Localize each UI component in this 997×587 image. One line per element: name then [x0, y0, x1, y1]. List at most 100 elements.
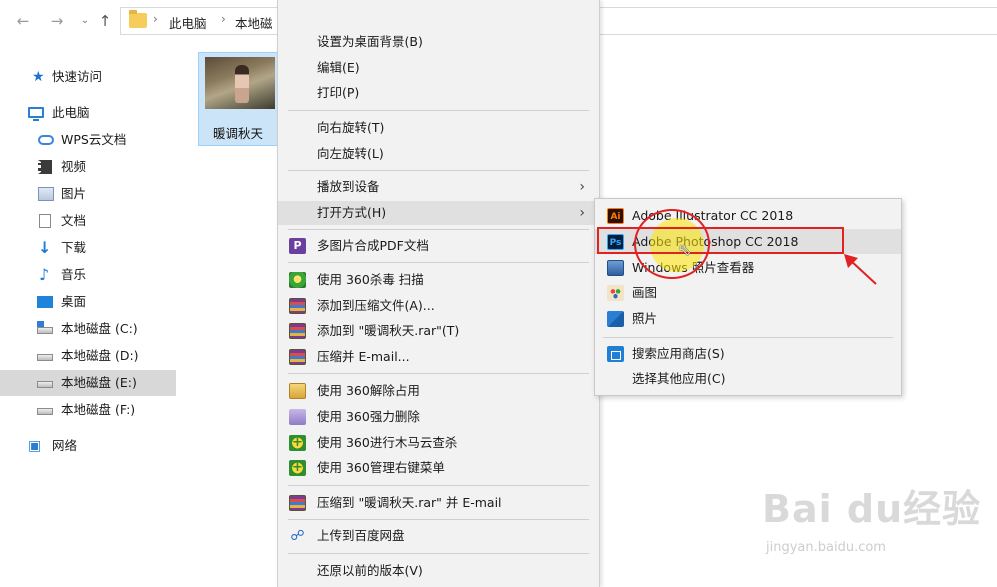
sidebar-item-network[interactable]: ▣ 网络	[0, 433, 176, 459]
winrar-icon	[289, 495, 306, 511]
menu-item-label: 使用 360解除占用	[317, 383, 420, 398]
menu-item-label: 编辑(E)	[317, 60, 360, 75]
menu-item-label: 播放到设备	[317, 179, 380, 194]
sidebar-item-wps-cloud[interactable]: WPS云文档	[0, 127, 176, 153]
sidebar-item-label: 此电脑	[52, 105, 90, 120]
music-icon: ♪	[39, 265, 50, 284]
store-icon	[607, 346, 624, 362]
menu-item-baidu-upload[interactable]: ☍ 上传到百度网盘	[278, 524, 599, 548]
sidebar-item-music[interactable]: ♪ 音乐	[0, 262, 176, 288]
folder-icon	[129, 10, 147, 28]
download-icon: ↓	[38, 238, 52, 257]
sidebar-item-drive-d[interactable]: 本地磁盘 (D:)	[0, 343, 176, 369]
sidebar-item-videos[interactable]: 视频	[0, 154, 176, 180]
menu-item-label: 上传到百度网盘	[317, 528, 405, 543]
menu-item-rotate-right[interactable]: 向右旋转(T)	[278, 116, 599, 140]
sidebar-item-label: 图片	[61, 186, 87, 201]
illustrator-icon: Ai	[607, 208, 624, 224]
breadcrumb-this-pc[interactable]: 此电脑	[169, 13, 207, 32]
menu-item-360-manage-menu[interactable]: + 使用 360管理右键菜单	[278, 456, 599, 480]
sidebar-item-label: 本地磁盘 (E:)	[61, 375, 137, 390]
menu-item-compress-email[interactable]: 压缩并 E-mail...	[278, 345, 599, 369]
menu-item-label: 使用 360强力删除	[317, 409, 420, 424]
menu-item-label: 向左旋转(L)	[317, 146, 384, 161]
menu-item-360-unlock[interactable]: 使用 360解除占用	[278, 379, 599, 403]
sidebar-item-label: 网络	[52, 438, 78, 453]
submenu-item-label: 选择其他应用(C)	[632, 371, 726, 386]
menu-item-label: 设置为桌面背景(B)	[317, 34, 423, 49]
sidebar-item-documents[interactable]: 文档	[0, 208, 176, 234]
sidebar-item-drive-e[interactable]: 本地磁盘 (E:)	[0, 370, 176, 396]
annotation-arrow-icon	[844, 254, 877, 285]
menu-item-360-scan[interactable]: 使用 360杀毒 扫描	[278, 268, 599, 292]
menu-item-360-force-delete[interactable]: 使用 360强力删除	[278, 405, 599, 429]
breadcrumb-separator[interactable]: ›	[153, 12, 158, 26]
sidebar-item-pictures[interactable]: 图片	[0, 181, 176, 207]
menu-item-compress-rar-email[interactable]: 压缩到 "暖调秋天.rar" 并 E-mail	[278, 491, 599, 515]
menu-item-open-with[interactable]: 打开方式(H) ›	[278, 201, 599, 225]
menu-item-cast-to-device[interactable]: 播放到设备 ›	[278, 175, 599, 199]
menu-item-print[interactable]: 打印(P)	[278, 81, 599, 105]
arrow-right-icon[interactable]: →	[48, 11, 66, 31]
unlock-icon	[289, 383, 306, 399]
menu-item-add-to-archive[interactable]: 添加到压缩文件(A)...	[278, 294, 599, 318]
plus-shield-icon: +	[289, 460, 306, 476]
computer-icon	[28, 107, 44, 121]
context-menu: 设置为桌面背景(B) 编辑(E) 打印(P) 向右旋转(T) 向左旋转(L) 播…	[277, 0, 600, 587]
plus-shield-icon: +	[289, 435, 306, 451]
menu-item-label: 多图片合成PDF文档	[317, 238, 429, 253]
winrar-icon	[289, 323, 306, 339]
shield-icon	[289, 272, 306, 288]
file-name: 暖调秋天	[212, 126, 263, 141]
sidebar-item-drive-c[interactable]: 本地磁盘 (C:)	[0, 316, 176, 342]
sidebar-item-desktop[interactable]: 桌面	[0, 289, 176, 315]
breadcrumb-separator[interactable]: ›	[221, 12, 226, 26]
drive-icon	[37, 381, 53, 388]
file-item-selected[interactable]: 暖调秋天	[198, 52, 278, 146]
breadcrumb-local-disk[interactable]: 本地磁	[235, 13, 273, 32]
arrow-left-icon[interactable]: ←	[14, 11, 32, 31]
chevron-right-icon: ›	[579, 179, 585, 195]
menu-item-label: 使用 360进行木马云查杀	[317, 435, 458, 450]
chevron-down-icon[interactable]: ⌄	[76, 11, 94, 31]
cloud-icon	[38, 135, 54, 145]
submenu-item-search-store[interactable]: 搜索应用商店(S)	[595, 341, 901, 366]
sidebar-item-drive-f[interactable]: 本地磁盘 (F:)	[0, 397, 176, 423]
menu-item-label: 使用 360杀毒 扫描	[317, 272, 424, 287]
menu-item-label: 压缩到 "暖调秋天.rar" 并 E-mail	[317, 495, 502, 510]
menu-item-merge-pdf[interactable]: P 多图片合成PDF文档	[278, 234, 599, 258]
paint-palette-icon	[607, 285, 624, 301]
sidebar-item-quick-access[interactable]: ★ 快速访问	[0, 64, 176, 90]
menu-item-label: 打印(P)	[317, 85, 360, 100]
menu-item-add-to-rar[interactable]: 添加到 "暖调秋天.rar"(T)	[278, 319, 599, 343]
menu-separator	[603, 337, 893, 338]
menu-separator	[288, 519, 589, 520]
video-icon	[38, 160, 52, 174]
sidebar-item-label: 本地磁盘 (C:)	[61, 321, 138, 336]
menu-item-restore-versions[interactable]: 还原以前的版本(V)	[278, 559, 599, 583]
sidebar-item-this-pc[interactable]: 此电脑	[0, 100, 176, 126]
sidebar-item-downloads[interactable]: ↓ 下载	[0, 235, 176, 261]
mouse-pointer-icon: ⬁	[678, 240, 692, 259]
photos-icon	[607, 311, 624, 327]
submenu-item-choose-other-app[interactable]: 选择其他应用(C)	[595, 366, 901, 391]
menu-separator	[288, 170, 589, 171]
menu-item-label: 向右旋转(T)	[317, 120, 385, 135]
arrow-up-icon[interactable]: ↑	[96, 11, 114, 31]
menu-item-set-wallpaper[interactable]: 设置为桌面背景(B)	[278, 30, 599, 54]
drive-icon	[37, 354, 53, 361]
image-thumbnail	[205, 57, 275, 109]
desktop-icon	[37, 296, 53, 308]
menu-separator	[288, 553, 589, 554]
sidebar-item-label: 下载	[61, 240, 87, 255]
submenu-item-photos[interactable]: 照片	[595, 306, 901, 331]
menu-item-edit[interactable]: 编辑(E)	[278, 56, 599, 80]
pictures-icon	[38, 187, 54, 201]
drive-icon	[37, 321, 53, 334]
menu-separator	[288, 262, 589, 263]
sidebar-item-label: 文档	[61, 213, 87, 228]
menu-separator	[288, 110, 589, 111]
menu-item-rotate-left[interactable]: 向左旋转(L)	[278, 142, 599, 166]
winrar-icon	[289, 349, 306, 365]
menu-item-360-trojan-scan[interactable]: + 使用 360进行木马云查杀	[278, 431, 599, 455]
